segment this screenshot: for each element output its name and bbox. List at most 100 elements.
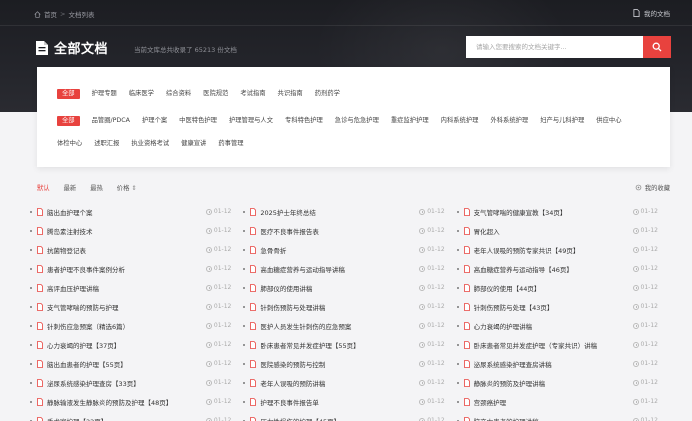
filter-chip[interactable]: 品管圈/PDCA [92,116,130,126]
favorites-link[interactable]: 我的收藏 [635,183,670,192]
filter-chip[interactable]: 供应中心 [596,116,621,126]
sort-tab[interactable]: 默认 [37,183,50,192]
sort-tab[interactable]: 最热 [90,183,103,192]
document-title[interactable]: 肺部仪的使用讲稿 [260,283,410,293]
list-item[interactable]: 肺部仪的使用【44页】 01-12 [456,278,670,297]
document-title[interactable]: 宫颈癌护理 [474,397,624,407]
filter-chip[interactable]: 重症监护护理 [391,116,429,126]
document-title[interactable]: 老年人误吸的预防讲稿 [260,378,410,388]
document-title[interactable]: 高血糖症营养与运动指导【46页】 [474,264,624,274]
list-item[interactable]: 医院感染的预防与控制 01-12 [243,354,456,373]
document-title[interactable]: 手术室护理【22页】 [47,416,197,421]
document-title[interactable]: 脑出血患者的护理【55页】 [47,359,197,369]
document-title[interactable]: 护理不良事件报告单 [260,397,410,407]
list-item[interactable]: 2025护士年终总结 01-12 [243,202,456,221]
filter-chip[interactable]: 综合资料 [166,89,191,99]
list-item[interactable]: 针刺伤预防与处理讲稿 01-12 [243,297,456,316]
document-title[interactable]: 静脉炎的预防及护理讲稿 [474,378,624,388]
list-item[interactable]: 老年人误吸的预防专家共识【49页】 01-12 [456,240,670,259]
document-title[interactable]: 针刺伤预防与处理讲稿 [260,302,410,312]
filter-chip[interactable]: 妇产与儿科护理 [540,116,584,126]
filter-chip[interactable]: 共识指南 [278,89,303,99]
document-title[interactable]: 2025护士年终总结 [260,207,410,217]
document-title[interactable]: 支气管哮喘的预防与护理 [47,302,197,312]
sort-tab[interactable]: 价格 ⇕ [117,183,137,192]
list-item[interactable]: 卧床患者常见并发症护理（专家共识）讲稿 01-12 [456,335,670,354]
document-title[interactable]: 静脉输液发生静脉炎的预防及护理【48页】 [47,397,197,407]
filter-chip[interactable]: 中医特色护理 [179,116,217,126]
filter-chip[interactable]: 护理专题 [92,89,117,99]
filter-chip[interactable]: 急诊与危急护理 [335,116,379,126]
list-item[interactable]: 腾岛素注射技术 01-12 [30,221,243,240]
document-title[interactable]: 泌尿系统感染护理查房讲稿 [474,359,624,369]
search-input[interactable] [466,36,643,58]
list-item[interactable]: 手术室护理【22页】 01-12 [30,411,243,421]
list-item[interactable]: 针刺伤应急预案（精选6篇） 01-12 [30,316,243,335]
list-item[interactable]: 抗菌物登记表 01-12 [30,240,243,259]
list-item[interactable]: 高血糖症营养与运动指导【46页】 01-12 [456,259,670,278]
list-item[interactable]: 卧床患者常见并发症护理【55页】 01-12 [243,335,456,354]
filter-chip[interactable]: 全部 [57,116,80,126]
list-item[interactable]: 宫颈癌护理 01-12 [456,392,670,411]
document-title[interactable]: 高血糖症营养与运动指导讲稿 [260,264,410,274]
list-item[interactable]: 护理不良事件报告单 01-12 [243,392,456,411]
filter-chip[interactable]: 护理个案 [142,116,167,126]
document-title[interactable]: 针刺伤应急预案（精选6篇） [47,321,197,331]
list-item[interactable]: 肺部仪的使用讲稿 01-12 [243,278,456,297]
sort-tab[interactable]: 最新 [64,183,77,192]
filter-chip[interactable]: 医院规范 [203,89,228,99]
filter-chip[interactable]: 考试指南 [240,89,265,99]
document-title[interactable]: 卧床患者常见并发症护理（专家共识）讲稿 [474,340,624,350]
list-item[interactable]: 脑出血护理个案 01-12 [30,202,243,221]
document-title[interactable]: 压力性损伤的护理【45页】 [260,416,410,421]
filter-chip[interactable]: 体检中心 [57,139,82,149]
document-title[interactable]: 心力衰竭的护理【37页】 [47,340,197,350]
my-docs-link[interactable]: 我的文档 [633,8,670,18]
document-title[interactable]: 腾岛素注射技术 [47,226,197,236]
list-item[interactable]: 脑出血患者的护理【55页】 01-12 [30,354,243,373]
filter-chip[interactable]: 临床医学 [129,89,154,99]
list-item[interactable]: 急骨骨折 01-12 [243,240,456,259]
list-item[interactable]: 高评血压护理讲稿 01-12 [30,278,243,297]
document-title[interactable]: 肺部仪的使用【44页】 [474,283,624,293]
document-title[interactable]: 脑出血护理个案 [47,207,197,217]
list-item[interactable]: 医疗不良事件报告表 01-12 [243,221,456,240]
document-title[interactable]: 支气管哮喘的健康宣教【34页】 [474,207,624,217]
filter-chip[interactable]: 健康宣讲 [181,139,206,149]
list-item[interactable]: 脑卒中患者的护理讲稿 01-12 [456,411,670,421]
list-item[interactable]: 泌尿系统感染护理查房讲稿 01-12 [456,354,670,373]
document-title[interactable]: 心力衰竭的护理讲稿 [474,321,624,331]
document-title[interactable]: 老年人误吸的预防专家共识【49页】 [474,245,624,255]
filter-chip[interactable]: 执业资格考试 [131,139,169,149]
document-title[interactable]: 患者护理不良事件案例分析 [47,264,197,274]
list-item[interactable]: 泌尿系统感染护理查房【33页】 01-12 [30,373,243,392]
document-title[interactable]: 针刺伤预防与处理【43页】 [474,302,624,312]
list-item[interactable]: 静脉输液发生静脉炎的预防及护理【48页】 01-12 [30,392,243,411]
filter-chip[interactable]: 药事管理 [218,139,243,149]
filter-chip[interactable]: 全部 [57,89,80,99]
list-item[interactable]: 胃化超入 01-12 [456,221,670,240]
list-item[interactable]: 老年人误吸的预防讲稿 01-12 [243,373,456,392]
document-title[interactable]: 医院感染的预防与控制 [260,359,410,369]
list-item[interactable]: 支气管哮喘的健康宣教【34页】 01-12 [456,202,670,221]
filter-chip[interactable]: 护理管理与人文 [229,116,273,126]
document-title[interactable]: 泌尿系统感染护理查房【33页】 [47,378,197,388]
list-item[interactable]: 医护人员发生针刺伤的应急预案 01-12 [243,316,456,335]
document-title[interactable]: 脑卒中患者的护理讲稿 [474,416,624,421]
list-item[interactable]: 心力衰竭的护理讲稿 01-12 [456,316,670,335]
list-item[interactable]: 支气管哮喘的预防与护理 01-12 [30,297,243,316]
filter-chip[interactable]: 内科系统护理 [441,116,479,126]
list-item[interactable]: 心力衰竭的护理【37页】 01-12 [30,335,243,354]
document-title[interactable]: 医疗不良事件报告表 [260,226,410,236]
filter-chip[interactable]: 药剂药学 [315,89,340,99]
list-item[interactable]: 针刺伤预防与处理【43页】 01-12 [456,297,670,316]
list-item[interactable]: 静脉炎的预防及护理讲稿 01-12 [456,373,670,392]
document-title[interactable]: 高评血压护理讲稿 [47,283,197,293]
document-title[interactable]: 医护人员发生针刺伤的应急预案 [260,321,410,331]
search-button[interactable] [643,36,671,58]
filter-chip[interactable]: 外科系统护理 [490,116,528,126]
list-item[interactable]: 压力性损伤的护理【45页】 01-12 [243,411,456,421]
document-title[interactable]: 卧床患者常见并发症护理【55页】 [260,340,410,350]
breadcrumb-home[interactable]: 首页 [44,9,57,19]
document-title[interactable]: 抗菌物登记表 [47,245,197,255]
